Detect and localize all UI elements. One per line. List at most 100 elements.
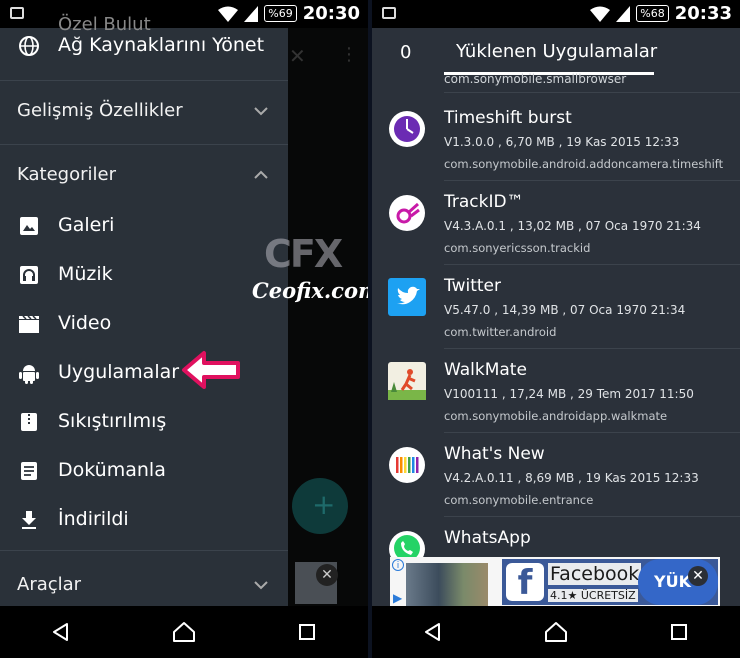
system-nav-bar bbox=[372, 606, 740, 658]
add-fab-button: + bbox=[292, 478, 348, 534]
chevron-up-icon bbox=[254, 170, 268, 179]
list-item[interactable]: WalkMate V100111 , 17,24 MB , 29 Tem 201… bbox=[372, 356, 740, 440]
divider bbox=[0, 80, 288, 81]
watermark-logo: CFX bbox=[264, 232, 343, 276]
list-item[interactable]: Twitter V5.47.0 , 14,39 MB , 07 Oca 1970… bbox=[372, 272, 740, 356]
drawer-item-gallery[interactable]: Galeri bbox=[0, 206, 288, 246]
right-screenshot: %68 20:33 0 Yüklenen Uygulamalar com.son… bbox=[372, 0, 740, 658]
battery-indicator: %68 bbox=[636, 5, 669, 22]
close-icon: ✕ bbox=[289, 44, 306, 68]
drawer-item-compressed[interactable]: Sıkıştırılmış bbox=[0, 402, 288, 442]
list-item[interactable]: Timeshift burst V1.3.0.0 , 6,70 MB , 19 … bbox=[372, 104, 740, 188]
app-meta: V1.3.0.0 , 6,70 MB , 19 Kas 2015 12:33 bbox=[444, 135, 680, 149]
photo-notification-icon bbox=[10, 7, 24, 19]
home-icon bbox=[172, 622, 195, 642]
clock: 20:33 bbox=[674, 3, 732, 24]
archive-icon bbox=[18, 411, 40, 433]
system-nav-bar bbox=[0, 606, 368, 658]
app-name: WhatsApp bbox=[444, 528, 531, 548]
drawer-item-label: Dokümanla bbox=[58, 459, 166, 481]
download-icon bbox=[18, 509, 40, 531]
drawer-item-manage-network[interactable]: Ağ Kaynaklarını Yönet bbox=[0, 28, 288, 66]
wifi-icon bbox=[590, 6, 611, 22]
drawer-item-apps[interactable]: Uygulamalar bbox=[0, 353, 288, 393]
image-icon bbox=[18, 215, 40, 237]
drawer-item-label: Video bbox=[58, 312, 112, 334]
chevron-down-icon bbox=[254, 107, 268, 116]
ad-image bbox=[406, 563, 488, 607]
home-button[interactable] bbox=[154, 606, 214, 658]
tab-count[interactable]: 0 bbox=[400, 42, 411, 63]
chevron-down-icon bbox=[254, 581, 268, 590]
document-icon bbox=[18, 460, 40, 482]
tab-bar: 0 Yüklenen Uygulamalar bbox=[372, 28, 740, 76]
drawer-item-label: Ağ Kaynaklarını Yönet bbox=[58, 34, 265, 56]
back-icon bbox=[425, 623, 441, 641]
drawer-item-documents[interactable]: Dokümanla bbox=[0, 451, 288, 491]
timeshift-icon bbox=[389, 111, 425, 147]
close-icon[interactable]: ✕ bbox=[688, 566, 708, 586]
recents-button[interactable] bbox=[277, 606, 337, 658]
signal-icon bbox=[244, 5, 259, 22]
overflow-menu-icon: ⋮ bbox=[340, 44, 358, 65]
left-screenshot: %69 20:30 ✕ ⋮ + ✕ Özel Bulut Ağ Kaynakla… bbox=[0, 0, 368, 658]
list-item[interactable]: TrackID™ V4.3.A.0.1 , 13,02 MB , 07 Oca … bbox=[372, 188, 740, 272]
clock: 20:30 bbox=[302, 3, 360, 24]
divider bbox=[444, 92, 740, 93]
section-categories[interactable]: Kategoriler bbox=[0, 154, 288, 194]
battery-indicator: %69 bbox=[264, 5, 297, 22]
divider bbox=[444, 516, 740, 517]
list-item[interactable]: What's New V4.2.A.0.11 , 8,69 MB , 19 Ka… bbox=[372, 440, 740, 524]
app-package: com.sonymobile.android.addoncamera.times… bbox=[444, 157, 724, 171]
app-package: com.sonymobile.androidapp.walkmate bbox=[444, 409, 668, 423]
drawer-item-downloads[interactable]: İndirildi bbox=[0, 500, 288, 540]
ad-banner[interactable]: i ▶ f Facebook 4.1★ ÜCRETSİZ YÜK bbox=[390, 557, 720, 607]
signal-icon bbox=[616, 5, 631, 22]
facebook-icon: f bbox=[506, 563, 544, 603]
headphones-icon bbox=[18, 264, 40, 286]
home-button[interactable] bbox=[526, 606, 586, 658]
divider bbox=[444, 432, 740, 433]
app-name: Twitter bbox=[444, 276, 501, 296]
tab-installed-apps[interactable]: Yüklenen Uygulamalar bbox=[456, 41, 657, 62]
app-name: TrackID™ bbox=[444, 192, 524, 212]
app-meta: V4.3.A.0.1 , 13,02 MB , 07 Oca 1970 21:3… bbox=[444, 219, 701, 233]
clapperboard-icon bbox=[18, 313, 40, 335]
app-package: com.sonymobile.entrance bbox=[444, 493, 594, 507]
app-meta: V100111 , 17,24 MB , 29 Tem 2017 11:50 bbox=[444, 387, 694, 401]
navigation-drawer: Özel Bulut Ağ Kaynaklarını Yönet Gelişmi… bbox=[0, 14, 288, 606]
recents-icon bbox=[670, 624, 687, 640]
app-meta: V5.47.0 , 14,39 MB , 07 Oca 1970 21:34 bbox=[444, 303, 686, 317]
recents-button[interactable] bbox=[649, 606, 709, 658]
status-bar: %69 20:30 bbox=[0, 0, 368, 28]
app-name: What's New bbox=[444, 444, 545, 464]
watermark-text: Ceofix.com bbox=[252, 278, 368, 303]
app-meta: V4.2.A.0.11 , 8,69 MB , 19 Kas 2015 12:3… bbox=[444, 471, 699, 485]
section-title: Araçlar bbox=[17, 574, 82, 595]
status-bar: %68 20:33 bbox=[372, 0, 740, 28]
globe-icon bbox=[18, 35, 40, 57]
divider bbox=[444, 348, 740, 349]
section-tools[interactable]: Araçlar bbox=[0, 564, 288, 604]
app-package: com.sonyericsson.trackid bbox=[444, 241, 591, 255]
back-button[interactable] bbox=[403, 606, 463, 658]
recents-icon bbox=[298, 624, 315, 640]
drawer-item-music[interactable]: Müzik bbox=[0, 255, 288, 295]
ad-rating: 4.1★ ÜCRETSİZ bbox=[548, 589, 638, 602]
app-name: WalkMate bbox=[444, 360, 527, 380]
whats-new-icon bbox=[389, 447, 425, 483]
walkmate-icon bbox=[388, 362, 426, 400]
ad-app-name: Facebook bbox=[548, 563, 642, 585]
ad-info-icon[interactable]: i bbox=[392, 559, 404, 571]
drawer-item-label: İndirildi bbox=[58, 508, 129, 530]
cut-package-name: com.sonymobile.smallbrowser bbox=[444, 72, 627, 86]
android-icon bbox=[18, 362, 40, 384]
divider bbox=[0, 550, 288, 551]
drawer-item-video[interactable]: Video bbox=[0, 304, 288, 344]
back-button[interactable] bbox=[31, 606, 91, 658]
section-title: Gelişmiş Özellikler bbox=[17, 100, 183, 121]
drawer-item-label: Galeri bbox=[58, 214, 115, 236]
app-name: Timeshift burst bbox=[444, 108, 572, 128]
section-advanced[interactable]: Gelişmiş Özellikler bbox=[0, 90, 288, 130]
drawer-item-label: Sıkıştırılmış bbox=[58, 410, 167, 432]
